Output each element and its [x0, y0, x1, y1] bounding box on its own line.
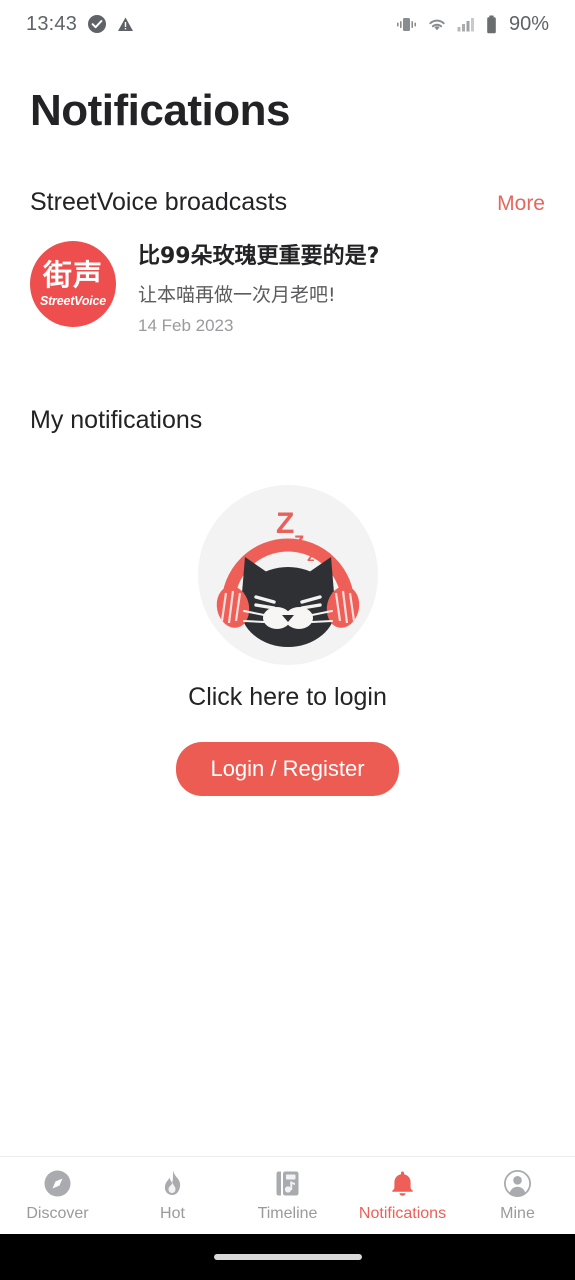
streetvoice-logo-cn: 街声 — [42, 257, 103, 292]
nav-item-timeline[interactable]: Timeline — [230, 1169, 345, 1223]
broadcast-more-link[interactable]: More — [497, 192, 545, 216]
vibrate-icon — [396, 16, 417, 33]
bell-icon — [388, 1169, 417, 1198]
status-bar-left: 13:43 — [26, 13, 134, 36]
broadcast-section-title: StreetVoice broadcasts — [30, 188, 288, 216]
my-notifications-title: My notifications — [30, 405, 203, 434]
compass-icon — [43, 1169, 72, 1198]
svg-text:Z: Z — [276, 507, 294, 540]
cell-signal-icon — [457, 16, 476, 33]
broadcast-title: 比99朵玫瑰更重要的是? — [138, 244, 380, 269]
broadcast-section-header: StreetVoice broadcasts More — [0, 136, 575, 217]
nav-item-notifications[interactable]: Notifications — [345, 1169, 460, 1223]
broadcast-subtitle: 让本喵再做一次月老吧! — [138, 283, 336, 306]
nav-label-discover: Discover — [26, 1204, 89, 1222]
nav-label-mine: Mine — [500, 1204, 535, 1222]
nav-item-mine[interactable]: Mine — [460, 1169, 575, 1223]
bottom-navigation: Discover Hot Timeline Notifications Mine — [0, 1156, 575, 1234]
broadcast-item[interactable]: 街声 StreetVoice 比99朵玫瑰更重要的是? 让本喵再做一次月老吧! … — [0, 217, 575, 336]
battery-icon — [485, 15, 498, 34]
status-bar-right: 90% — [396, 13, 549, 36]
system-gesture-bar — [0, 1234, 575, 1280]
music-book-icon — [273, 1169, 302, 1198]
warning-triangle-icon — [117, 16, 134, 33]
status-time: 13:43 — [26, 12, 78, 35]
person-circle-icon — [503, 1169, 532, 1198]
check-circle-icon — [87, 14, 107, 34]
status-bar: 13:43 90% — [0, 0, 575, 48]
page-title: Notifications — [30, 86, 290, 135]
broadcast-text-block: 比99朵玫瑰更重要的是? 让本喵再做一次月老吧! 14 Feb 2023 — [138, 241, 379, 336]
app-screen: 13:43 90% Notifications StreetVoice broa… — [0, 0, 575, 1280]
wifi-icon — [426, 16, 448, 33]
nav-item-discover[interactable]: Discover — [0, 1169, 115, 1223]
nav-label-timeline: Timeline — [257, 1204, 318, 1222]
sleeping-cat-icon: Z z z — [197, 484, 378, 665]
nav-item-hot[interactable]: Hot — [115, 1169, 230, 1223]
streetvoice-logo: 街声 StreetVoice — [30, 241, 116, 327]
empty-state-text: Click here to login — [188, 682, 387, 711]
nav-label-hot: Hot — [160, 1204, 185, 1222]
battery-percent: 90% — [508, 12, 549, 35]
login-register-button[interactable]: Login / Register — [176, 741, 399, 796]
broadcast-date: 14 Feb 2023 — [138, 315, 234, 335]
empty-state: Z z z Click here to login Login / Regist… — [0, 435, 575, 1157]
nav-label-notifications: Notifications — [358, 1204, 447, 1222]
flame-icon — [158, 1169, 187, 1198]
streetvoice-logo-en: StreetVoice — [39, 293, 107, 308]
home-gesture-pill[interactable] — [213, 1254, 362, 1260]
